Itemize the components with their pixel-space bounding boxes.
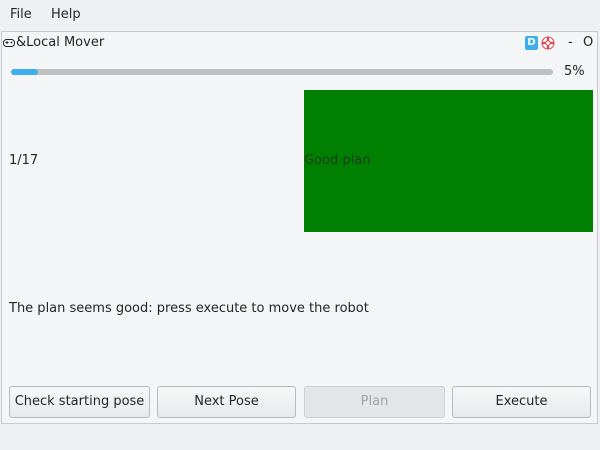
- progress-fill: [11, 69, 39, 75]
- next-pose-button[interactable]: Next Pose: [157, 386, 296, 418]
- close-button[interactable]: O: [583, 35, 593, 50]
- local-mover-panel: &Local Mover D - O 5% 1/17 Good plan The…: [1, 31, 598, 424]
- gamepad-icon: [3, 37, 15, 49]
- panel-title: &Local Mover: [16, 35, 105, 50]
- plan-status-text: Good plan: [304, 153, 371, 168]
- menu-help[interactable]: Help: [51, 7, 81, 22]
- plan-button[interactable]: Plan: [304, 386, 445, 418]
- menu-file[interactable]: File: [10, 7, 32, 22]
- menu-bar: File Help: [0, 0, 600, 30]
- status-message: The plan seems good: press execute to mo…: [9, 301, 369, 316]
- d-badge-icon[interactable]: D: [525, 36, 538, 50]
- panel-titlebar: &Local Mover D - O: [2, 32, 597, 56]
- progress-bar: [11, 69, 553, 75]
- execute-button[interactable]: Execute: [452, 386, 591, 418]
- step-counter: 1/17: [9, 153, 39, 168]
- check-starting-pose-button[interactable]: Check starting pose: [9, 386, 150, 418]
- minimize-button[interactable]: -: [568, 35, 573, 50]
- lifebuoy-icon[interactable]: [541, 36, 555, 50]
- progress-label: 5%: [564, 64, 585, 79]
